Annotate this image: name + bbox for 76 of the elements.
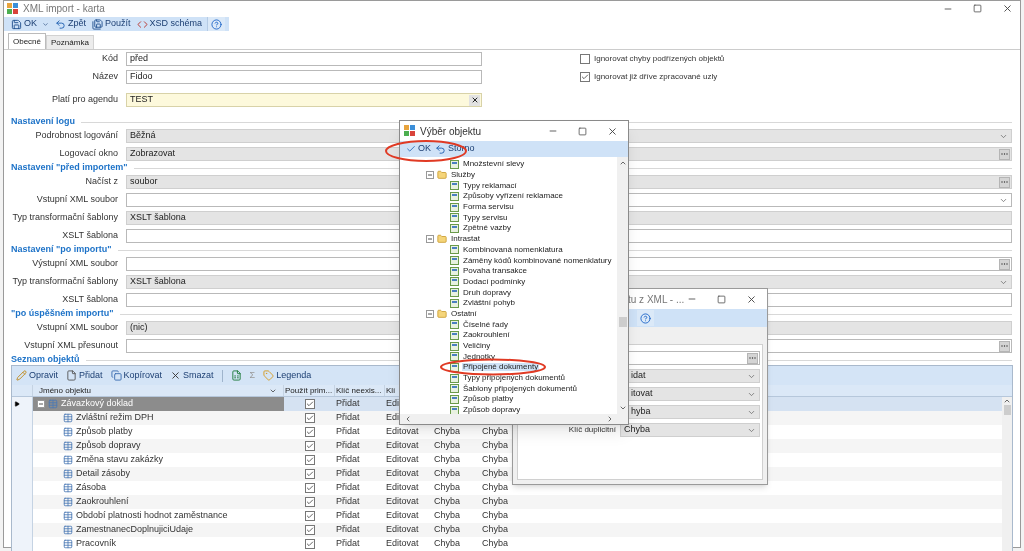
table-cell: Editovat xyxy=(386,509,419,523)
field-label: Kód xyxy=(101,52,119,66)
table-cell: Zásoba xyxy=(76,481,107,495)
table-cell: Přidat xyxy=(336,411,360,425)
field-label: Typ transformační šablony xyxy=(11,211,119,225)
table-cell: Editovat xyxy=(386,453,419,467)
section-title: Seznam objektů xyxy=(11,353,80,367)
table-cell: Chyba xyxy=(434,523,460,537)
section-title: Nastavení logu xyxy=(11,115,75,129)
table-cell: Editovat xyxy=(386,537,419,551)
table-cell: Chyba xyxy=(434,439,460,453)
table-cell: Chyba xyxy=(434,467,460,481)
table-cell: Editovat xyxy=(386,523,419,537)
table-cell: Pracovník xyxy=(76,537,117,551)
table-cell: Přidat xyxy=(336,439,360,453)
table-cell: Chyba xyxy=(434,509,460,523)
field-label: XSLT šablona xyxy=(61,229,119,243)
table-cell: Způsob platby xyxy=(76,425,133,439)
field-label: XSLT šablona xyxy=(61,293,119,307)
table-cell: Chyba xyxy=(482,453,508,467)
dialog-title: tu z XML - ... xyxy=(628,292,685,307)
section-title: "po úspěšném importu" xyxy=(11,307,114,321)
table-cell: Chyba xyxy=(482,439,508,453)
field-label: Název xyxy=(91,70,119,84)
field-label: Vstupní XML soubor xyxy=(35,193,119,207)
field-label: Načíst z xyxy=(84,175,119,189)
table-cell: Chyba xyxy=(482,467,508,481)
table-cell: Chyba xyxy=(434,481,460,495)
table-cell: Období platnosti hodnot zaměstnance xyxy=(76,509,228,523)
field-label: Platí pro agendu xyxy=(50,93,119,107)
table-cell: Změna stavu zakázky xyxy=(76,453,164,467)
table-cell: Chyba xyxy=(482,509,508,523)
table-cell: Chyba xyxy=(482,495,508,509)
table-cell: ZamestnanecDoplnujiciUdaje xyxy=(76,523,194,537)
table-cell: Editovat xyxy=(386,467,419,481)
table-cell: Detail zásoby xyxy=(76,467,131,481)
table-cell: Chyba xyxy=(482,523,508,537)
checkbox-label: Ignorovat již dříve zpracované uzly xyxy=(594,71,718,83)
table-cell: Edi xyxy=(386,411,399,425)
table-cell: Zvláštní režim DPH xyxy=(76,411,154,425)
field-label: Typ transformační šablony xyxy=(11,275,119,289)
table-cell: Přidat xyxy=(336,453,360,467)
table-cell: Chyba xyxy=(482,425,508,439)
table-cell: Edi xyxy=(386,397,399,411)
table-cell: Přidat xyxy=(336,397,360,411)
table-cell: Přidat xyxy=(336,495,360,509)
table-cell: Přidat xyxy=(336,481,360,495)
table-cell: Přidat xyxy=(336,537,360,551)
checkbox-label: Ignorovat chyby podřízených objektů xyxy=(594,53,725,65)
table-cell: Přidat xyxy=(336,509,360,523)
table-cell: Editovat xyxy=(386,439,419,453)
table-cell: Závazkový doklad xyxy=(61,397,134,411)
table-cell: Editovat xyxy=(386,425,419,439)
field-label: Výstupní XML soubor xyxy=(31,257,119,271)
section-title: Nastavení "po importu" xyxy=(11,243,112,257)
dialog-title: Výběr objektu xyxy=(420,124,482,139)
field-label: Klíč duplicitní xyxy=(567,424,617,436)
section-title: Nastavení "před importem" xyxy=(11,161,128,175)
field-label: Vstupní XML přesunout xyxy=(23,339,119,353)
window-title: XML import - karta xyxy=(23,2,105,16)
field-label: Podrobnost logování xyxy=(34,129,119,143)
table-cell: Chyba xyxy=(434,453,460,467)
table-cell: Přidat xyxy=(336,425,360,439)
table-cell: Chyba xyxy=(482,537,508,551)
table-cell: Editovat xyxy=(386,481,419,495)
table-cell: Chyba xyxy=(434,537,460,551)
table-cell: Chyba xyxy=(434,495,460,509)
field-label: Vstupní XML soubor xyxy=(35,321,119,335)
table-cell: Zaokrouhlení xyxy=(76,495,129,509)
field-label: Logovací okno xyxy=(58,147,119,161)
table-cell: Způsob dopravy xyxy=(76,439,141,453)
table-cell: Chyba xyxy=(434,425,460,439)
table-cell: Editovat xyxy=(386,495,419,509)
table-cell: Přidat xyxy=(336,467,360,481)
table-cell: Přidat xyxy=(336,523,360,537)
table-cell: Chyba xyxy=(482,481,508,495)
